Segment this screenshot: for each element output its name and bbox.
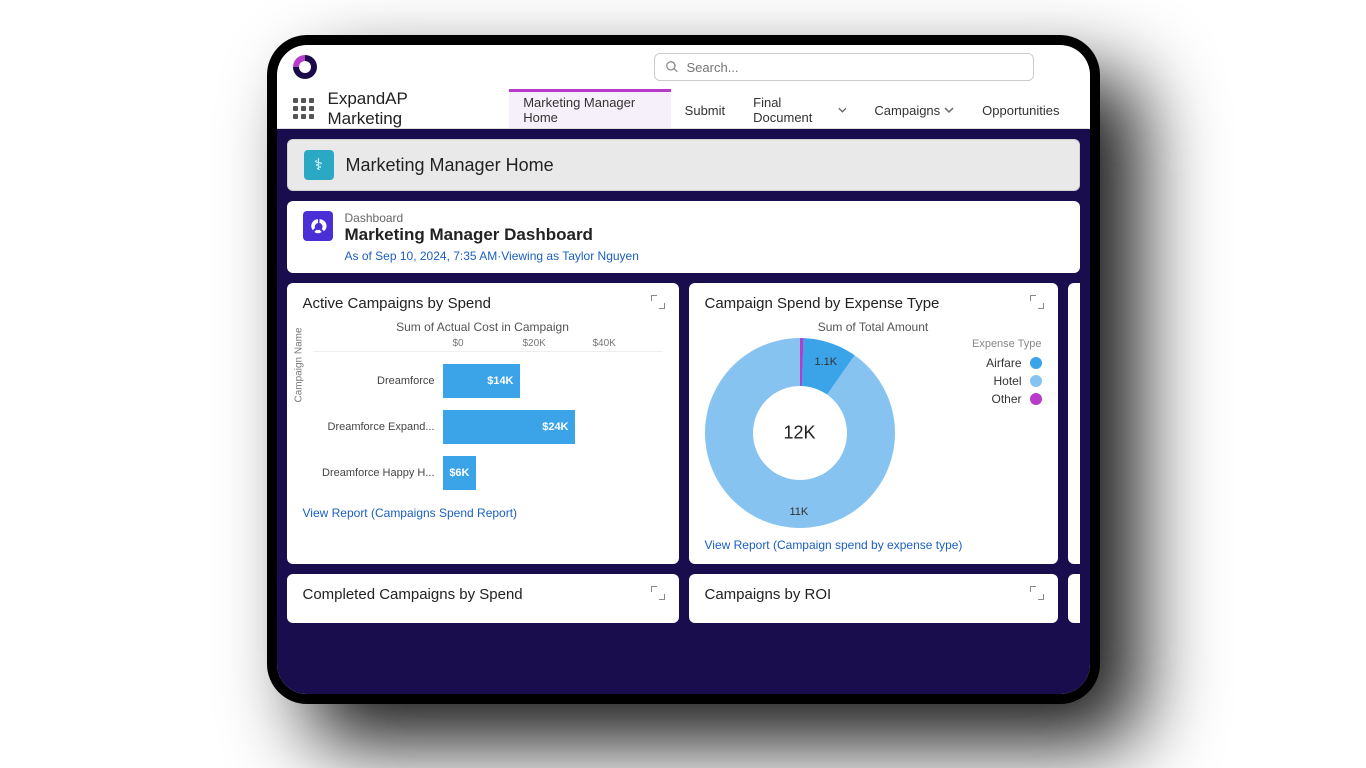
tab-submit[interactable]: Submit xyxy=(671,89,739,128)
expand-icon[interactable] xyxy=(651,295,665,309)
bar-label: Dreamforce Happy H... xyxy=(313,467,443,479)
legend-item: Hotel xyxy=(911,374,1042,388)
bar[interactable]: $24K xyxy=(443,410,575,444)
panel-title: Completed Campaigns by Spend xyxy=(303,586,663,603)
bar-label: Dreamforce xyxy=(313,375,443,387)
dashboard-grid: Active Campaigns by Spend Sum of Actual … xyxy=(287,283,1080,623)
expand-icon[interactable] xyxy=(1030,586,1044,600)
dashboard-header: Dashboard Marketing Manager Dashboard As… xyxy=(287,201,1080,273)
app-name: ExpandAP Marketing xyxy=(328,89,480,129)
chart-subtitle: Sum of Actual Cost in Campaign xyxy=(303,320,663,334)
legend-item: Airfare xyxy=(911,356,1042,370)
bar-row: Dreamforce Happy H...$6K xyxy=(313,450,663,496)
dashboard-icon xyxy=(303,211,333,241)
panel-title: Campaign Spend by Expense Type xyxy=(705,295,1042,312)
search-icon xyxy=(665,60,679,74)
chevron-down-icon xyxy=(944,105,954,115)
panel-campaigns-roi: Campaigns by ROI xyxy=(689,574,1058,623)
panel-active-campaigns: Active Campaigns by Spend Sum of Actual … xyxy=(287,283,679,564)
panel-completed-campaigns: Completed Campaigns by Spend xyxy=(287,574,679,623)
panel-title: Campaigns by ROI xyxy=(705,586,1042,603)
app-logo-icon xyxy=(293,55,317,79)
expand-icon[interactable] xyxy=(1030,295,1044,309)
bar[interactable]: $6K xyxy=(443,456,476,490)
top-bar xyxy=(277,45,1090,89)
screen: ExpandAP Marketing Marketing Manager Hom… xyxy=(277,45,1090,694)
panel-edge xyxy=(1068,574,1080,623)
legend: Expense Type Airfare Hotel Other xyxy=(911,338,1042,528)
chart-subtitle: Sum of Total Amount xyxy=(705,320,1042,334)
tablet-frame: ExpandAP Marketing Marketing Manager Hom… xyxy=(267,35,1100,704)
donut-center-label: 12K xyxy=(783,423,815,444)
chevron-down-icon xyxy=(838,105,847,115)
legend-swatch-icon xyxy=(1030,393,1042,405)
dashboard-meta: As of Sep 10, 2024, 7:35 AM·Viewing as T… xyxy=(345,249,639,263)
dashboard-title: Marketing Manager Dashboard xyxy=(345,225,639,245)
panel-spend-by-type: Campaign Spend by Expense Type Sum of To… xyxy=(689,283,1058,564)
segment-label: 1.1K xyxy=(815,356,838,368)
global-search[interactable] xyxy=(654,53,1034,81)
segment-label: 11K xyxy=(790,506,809,518)
donut-ring: 12K 1.1K 11K xyxy=(705,338,895,528)
x-axis-ticks: $0$20K$40K xyxy=(313,338,663,352)
legend-item: Other xyxy=(911,392,1042,406)
bar-chart: Campaign Name $0$20K$40K Dreamforce$14KD… xyxy=(303,338,663,496)
page-title: Marketing Manager Home xyxy=(346,155,554,176)
bar-row: Dreamforce$14K xyxy=(313,358,663,404)
page-icon: ⚕ xyxy=(304,150,334,180)
nav-bar: ExpandAP Marketing Marketing Manager Hom… xyxy=(277,89,1090,129)
bar[interactable]: $14K xyxy=(443,364,520,398)
tab-campaigns[interactable]: Campaigns xyxy=(860,89,968,128)
view-report-link[interactable]: View Report (Campaigns Spend Report) xyxy=(303,506,663,520)
bar-row: Dreamforce Expand...$24K xyxy=(313,404,663,450)
page-body: ⚕ Marketing Manager Home Dashboard Marke… xyxy=(277,129,1090,694)
page-header: ⚕ Marketing Manager Home xyxy=(287,139,1080,191)
donut-chart: 12K 1.1K 11K Expense Type Airfare Hotel Ot… xyxy=(705,338,1042,528)
view-report-link[interactable]: View Report (Campaign spend by expense t… xyxy=(705,538,1042,552)
panel-title: Active Campaigns by Spend xyxy=(303,295,663,312)
tab-opportunities[interactable]: Opportunities xyxy=(968,89,1073,128)
y-axis-label: Campaign Name xyxy=(293,327,304,402)
tab-home[interactable]: Marketing Manager Home xyxy=(509,89,670,128)
app-launcher-icon[interactable] xyxy=(293,98,314,119)
bar-label: Dreamforce Expand... xyxy=(313,421,443,433)
nav-tabs: Marketing Manager Home Submit Final Docu… xyxy=(509,89,1073,128)
expand-icon[interactable] xyxy=(651,586,665,600)
tab-final-document[interactable]: Final Document xyxy=(739,89,860,128)
search-input[interactable] xyxy=(687,60,1023,75)
dashboard-label: Dashboard xyxy=(345,211,639,225)
legend-title: Expense Type xyxy=(911,338,1042,350)
legend-swatch-icon xyxy=(1030,375,1042,387)
legend-swatch-icon xyxy=(1030,357,1042,369)
panel-edge xyxy=(1068,283,1080,564)
